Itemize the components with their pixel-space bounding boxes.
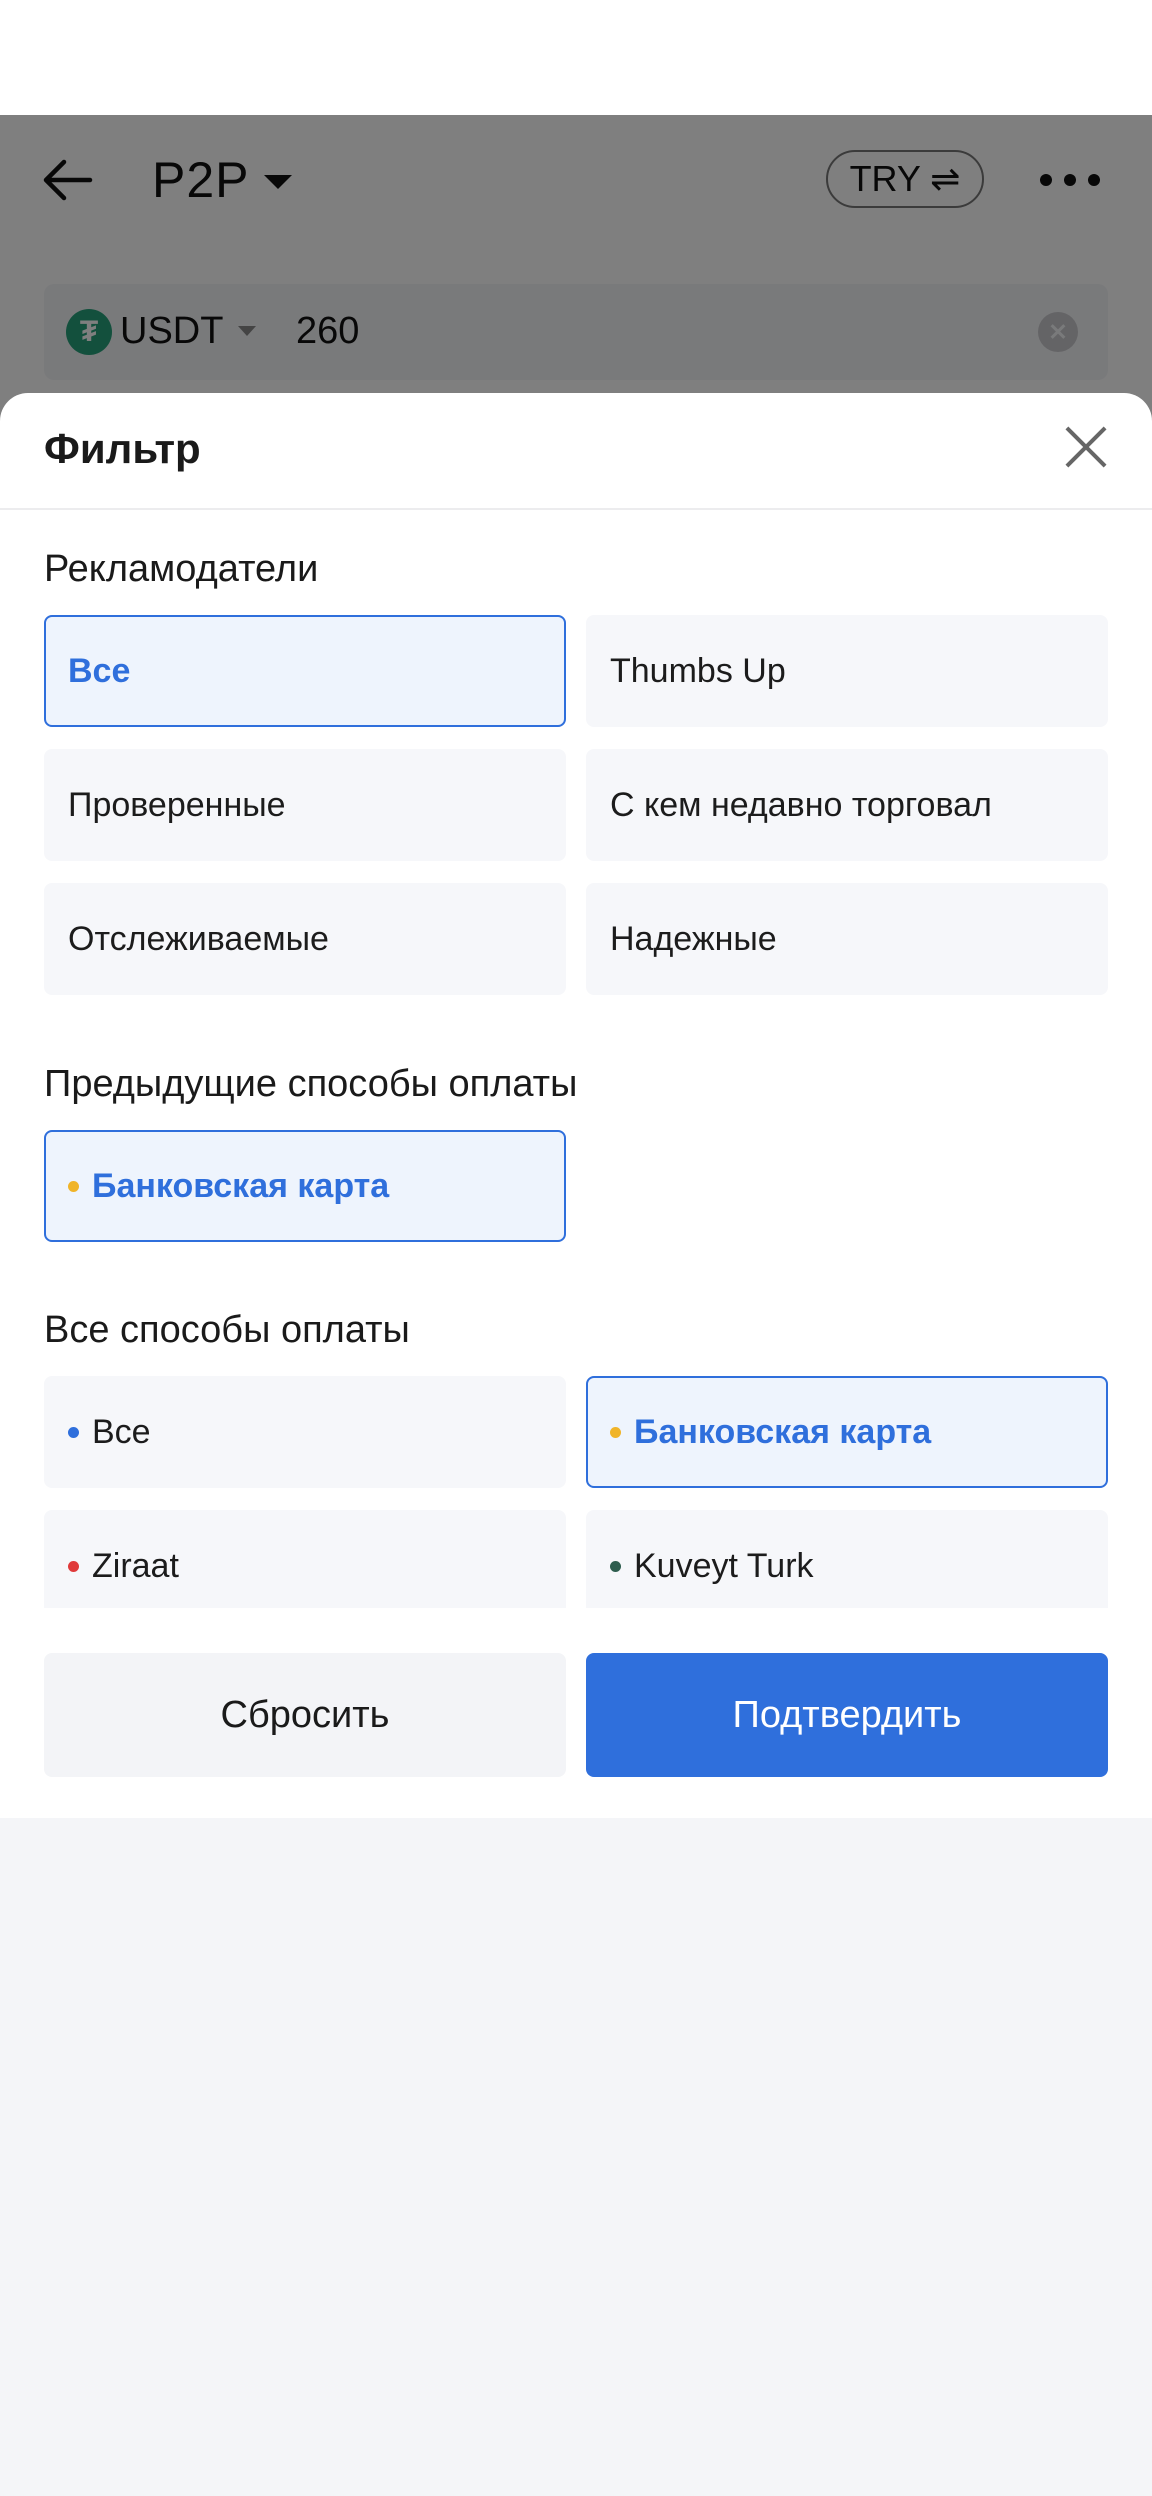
section-title-all-methods: Все способы оплаты <box>44 1309 410 1351</box>
color-dot-icon <box>68 1180 79 1192</box>
color-dot-icon <box>610 1560 621 1572</box>
option-label: С кем недавно торговал <box>610 785 992 824</box>
option-label: Все <box>68 651 131 690</box>
color-dot-icon <box>68 1560 79 1572</box>
bottom-safe-area <box>0 1818 1152 2496</box>
filter-option-chip[interactable]: Все <box>44 615 566 727</box>
option-label: Банковская карта <box>92 1166 390 1205</box>
option-label: Thumbs Up <box>610 651 786 690</box>
filter-option-chip[interactable]: Банковская карта <box>44 1130 566 1242</box>
option-label: Банковская карта <box>634 1412 932 1451</box>
filter-option-chip[interactable]: Проверенные <box>44 749 566 861</box>
filter-option-chip[interactable]: Ziraat <box>44 1510 566 1608</box>
option-label: Проверенные <box>68 785 286 824</box>
confirm-button[interactable]: Подтвердить <box>586 1653 1108 1777</box>
filter-option-chip[interactable]: Thumbs Up <box>586 615 1108 727</box>
option-label: Ziraat <box>92 1546 179 1585</box>
filter-option-chip[interactable]: С кем недавно торговал <box>586 749 1108 861</box>
section-title-advertisers: Рекламодатели <box>44 548 319 590</box>
filter-option-chip[interactable]: Отслеживаемые <box>44 883 566 995</box>
filter-scroll-area[interactable]: Рекламодатели Все Thumbs Up Проверенные С к… <box>0 510 1152 1608</box>
close-icon[interactable] <box>1062 423 1110 471</box>
color-dot-icon <box>610 1426 621 1438</box>
section-title-previous-methods: Предыдущие способы оплаты <box>44 1063 578 1105</box>
filter-option-chip[interactable]: Надежные <box>586 883 1108 995</box>
filter-sheet: Фильтр Рекламодатели Все Thumbs Up Провере… <box>0 393 1152 2496</box>
status-bar <box>0 0 1152 115</box>
option-label: Kuveyt Turk <box>634 1546 814 1585</box>
option-label: Надежные <box>610 919 777 958</box>
sheet-title: Фильтр <box>44 425 201 472</box>
sheet-footer: Сбросить Подтвердить <box>0 1608 1152 2496</box>
filter-option-chip[interactable]: Все <box>44 1376 566 1488</box>
option-label: Все <box>92 1412 151 1451</box>
color-dot-icon <box>68 1426 79 1438</box>
reset-button[interactable]: Сбросить <box>44 1653 566 1777</box>
filter-option-chip[interactable]: Банковская карта <box>586 1376 1108 1488</box>
option-label: Отслеживаемые <box>68 919 329 958</box>
filter-option-chip[interactable]: Kuveyt Turk <box>586 1510 1108 1608</box>
